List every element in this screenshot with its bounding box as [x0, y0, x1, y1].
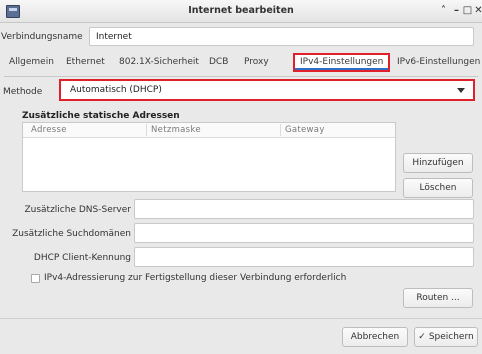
require-ipv4-checkbox[interactable] — [31, 274, 40, 283]
search-domains-label: Zusätzliche Suchdomänen — [12, 229, 131, 239]
tab-ethernet[interactable]: Ethernet — [66, 55, 105, 70]
dropdown-arrow-icon — [457, 88, 465, 93]
tab-ipv6-settings[interactable]: IPv6-Einstellungen — [397, 55, 480, 70]
save-button[interactable]: ✓ Speichern — [414, 327, 478, 347]
search-domains-input[interactable] — [134, 223, 474, 243]
save-button-label: Speichern — [428, 332, 474, 342]
tab-ipv4-settings[interactable]: IPv4-Einstellungen — [293, 53, 391, 72]
tab-divider — [4, 76, 478, 77]
tab-proxy[interactable]: Proxy — [244, 55, 269, 70]
column-header-address[interactable]: Adresse — [31, 125, 67, 135]
require-ipv4-label[interactable]: IPv4-Adressierung zur Fertigstellung die… — [44, 273, 346, 283]
title-bar[interactable]: Internet bearbeiten ˄ – □ ✕ — [0, 0, 482, 23]
dhcp-client-id-label: DHCP Client-Kennung — [33, 253, 131, 263]
settings-tabs: Allgemein Ethernet 802.1X-Sicherheit DCB… — [4, 53, 480, 73]
method-selected-value: Automatisch (DHCP) — [70, 85, 162, 95]
tab-allgemein[interactable]: Allgemein — [9, 55, 54, 70]
delete-address-button[interactable]: Löschen — [403, 178, 473, 198]
tab-8021x-security[interactable]: 802.1X-Sicherheit — [119, 55, 199, 70]
dns-servers-label: Zusätzliche DNS-Server — [24, 205, 131, 215]
checkmark-icon: ✓ — [418, 332, 426, 342]
add-address-button[interactable]: Hinzufügen — [403, 153, 473, 173]
dns-servers-input[interactable] — [134, 199, 474, 219]
static-addresses-table[interactable]: Adresse Netzmaske Gateway — [22, 122, 396, 192]
connection-name-row: Verbindungsname Internet — [0, 26, 482, 48]
method-label: Methode — [3, 87, 43, 97]
tab-dcb[interactable]: DCB — [209, 55, 228, 70]
dhcp-client-id-input[interactable] — [134, 247, 474, 267]
footer-divider — [0, 318, 482, 319]
connection-name-label: Verbindungsname — [1, 32, 83, 42]
window-title: Internet bearbeiten — [188, 5, 294, 16]
routes-button[interactable]: Routen ... — [403, 288, 473, 308]
column-header-gateway[interactable]: Gateway — [285, 125, 325, 135]
static-addresses-heading: Zusätzliche statische Adressen — [22, 111, 180, 121]
method-dropdown[interactable]: Automatisch (DHCP) — [59, 79, 475, 101]
table-header: Adresse Netzmaske Gateway — [23, 123, 395, 138]
connection-name-input[interactable]: Internet — [89, 27, 474, 46]
cancel-button[interactable]: Abbrechen — [342, 327, 408, 347]
minimize-chevron-icon[interactable]: ˄ — [437, 4, 450, 17]
column-separator — [280, 124, 281, 136]
column-header-netmask[interactable]: Netzmaske — [151, 125, 201, 135]
column-separator — [146, 124, 147, 136]
close-button[interactable]: ✕ — [472, 4, 482, 17]
